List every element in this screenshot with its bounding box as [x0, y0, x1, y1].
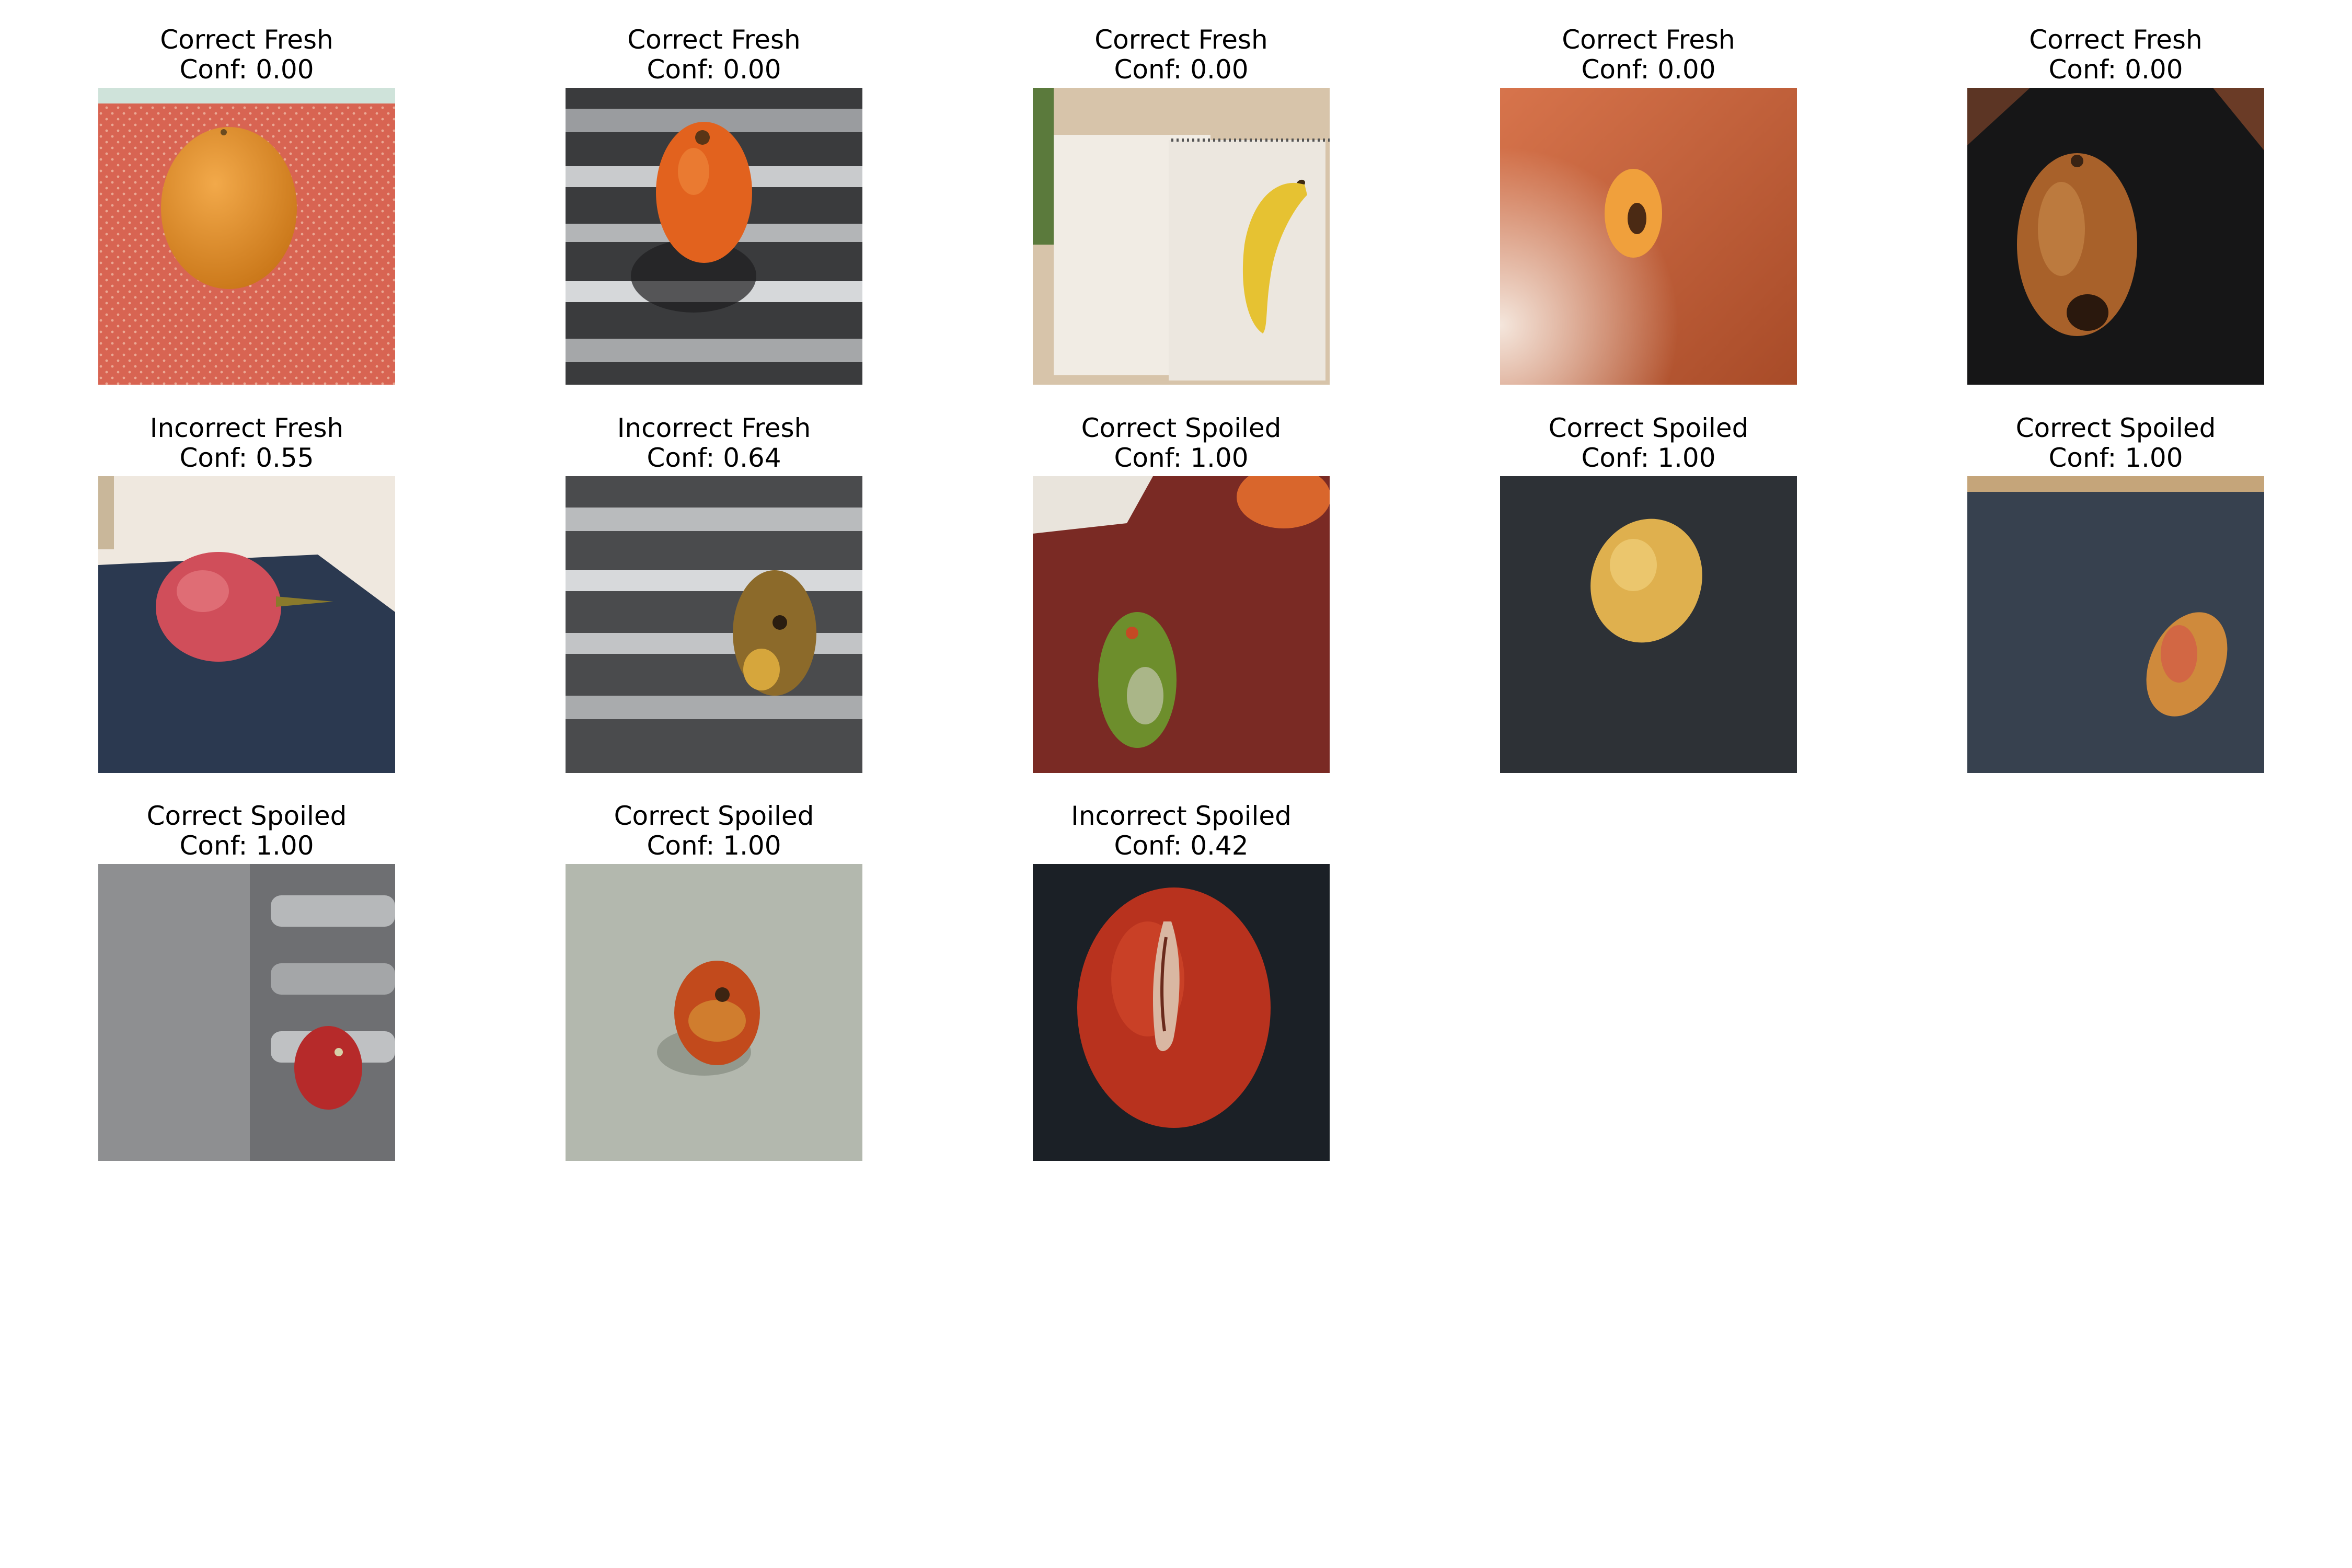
panel-confidence: Conf: 0.00: [647, 54, 781, 85]
panel-title: Correct Fresh Conf: 0.00: [503, 25, 925, 85]
panel-title: Correct Fresh Conf: 0.00: [1437, 25, 1860, 85]
panel-confidence: Conf: 0.00: [1114, 54, 1249, 85]
panel-title: Correct Fresh Conf: 0.00: [36, 25, 458, 85]
panel: Correct Spoiled Conf: 1.00: [1967, 413, 2264, 800]
panel-title: Correct Spoiled Conf: 1.00: [503, 801, 925, 861]
fruit-photo-reddish-mango: [1967, 476, 2264, 773]
panel-caption: Correct Fresh: [1562, 25, 1735, 55]
panel: Incorrect Fresh Conf: 0.64: [566, 413, 862, 800]
fruit-photo-orange-grill: [566, 88, 862, 385]
fruit-photo-green-spotted: [1033, 476, 1330, 773]
panel-caption: Correct Fresh: [2029, 25, 2203, 55]
panel-caption: Correct Spoiled: [1081, 413, 1282, 443]
panel-caption: Incorrect Fresh: [149, 413, 344, 443]
panel: Correct Spoiled Conf: 1.00: [566, 801, 862, 1188]
panel-confidence: Conf: 0.42: [1114, 831, 1249, 861]
panel-confidence: Conf: 0.00: [2048, 54, 2183, 85]
panel-caption: Correct Spoiled: [146, 801, 347, 831]
panel-caption: Correct Spoiled: [614, 801, 814, 831]
fruit-photo-cracked-tomato: [1033, 864, 1330, 1161]
panel-title: Correct Spoiled Conf: 1.00: [36, 801, 458, 861]
panel-caption: Correct Fresh: [627, 25, 801, 55]
panel-title: Correct Fresh Conf: 0.00: [1905, 25, 2327, 85]
panel-title: Correct Spoiled Conf: 1.00: [970, 413, 1392, 473]
panel-caption: Incorrect Spoiled: [1071, 801, 1292, 831]
panel: Correct Fresh Conf: 0.00: [1033, 25, 1330, 412]
panel: Correct Spoiled Conf: 1.00: [98, 801, 395, 1188]
panel-title: Incorrect Spoiled Conf: 0.42: [970, 801, 1392, 861]
panel-title: Incorrect Fresh Conf: 0.55: [36, 413, 458, 473]
panel: Correct Fresh Conf: 0.00: [98, 25, 395, 412]
panel-confidence: Conf: 0.64: [647, 443, 781, 473]
panel-confidence: Conf: 1.00: [179, 831, 314, 861]
panel-title: Incorrect Fresh Conf: 0.64: [503, 413, 925, 473]
fruit-photo-banana: [1033, 88, 1330, 385]
panel-confidence: Conf: 1.00: [1114, 443, 1249, 473]
panel-confidence: Conf: 0.55: [179, 443, 314, 473]
panel-confidence: Conf: 1.00: [1581, 443, 1716, 473]
panel-caption: Correct Spoiled: [1548, 413, 1749, 443]
prediction-grid: Correct Fresh Conf: 0.00 Correct Fresh C…: [0, 0, 2352, 1568]
fruit-photo-brown-fruit: [1967, 88, 2264, 385]
panel: Correct Fresh Conf: 0.00: [566, 25, 862, 412]
fruit-photo-rotten-tomato: [566, 864, 862, 1161]
panel-confidence: Conf: 0.00: [1581, 54, 1716, 85]
panel-confidence: Conf: 0.00: [179, 54, 314, 85]
panel: Correct Spoiled Conf: 1.00: [1500, 413, 1797, 800]
panel-caption: Incorrect Fresh: [617, 413, 811, 443]
panel: Correct Fresh Conf: 0.00: [1500, 25, 1797, 412]
fruit-photo-pink-tomato: [98, 476, 395, 773]
panel-caption: Correct Fresh: [1094, 25, 1268, 55]
panel: Incorrect Spoiled Conf: 0.42: [1033, 801, 1330, 1188]
fruit-photo-yellow-mango: [1500, 476, 1797, 773]
panel-caption: Correct Fresh: [160, 25, 333, 55]
fruit-photo-yellow-brown-grill: [566, 476, 862, 773]
fruit-photo-orange: [98, 88, 395, 385]
panel-confidence: Conf: 1.00: [647, 831, 781, 861]
panel-title: Correct Fresh Conf: 0.00: [970, 25, 1392, 85]
panel-confidence: Conf: 1.00: [2048, 443, 2183, 473]
fruit-photo-small-orange: [1500, 88, 1797, 385]
panel-caption: Correct Spoiled: [2015, 413, 2216, 443]
panel-title: Correct Spoiled Conf: 1.00: [1437, 413, 1860, 473]
fruit-photo-small-tomato-sink: [98, 864, 395, 1161]
panel: Incorrect Fresh Conf: 0.55: [98, 413, 395, 800]
panel-title: Correct Spoiled Conf: 1.00: [1905, 413, 2327, 473]
panel: Correct Fresh Conf: 0.00: [1967, 25, 2264, 412]
panel: Correct Spoiled Conf: 1.00: [1033, 413, 1330, 800]
